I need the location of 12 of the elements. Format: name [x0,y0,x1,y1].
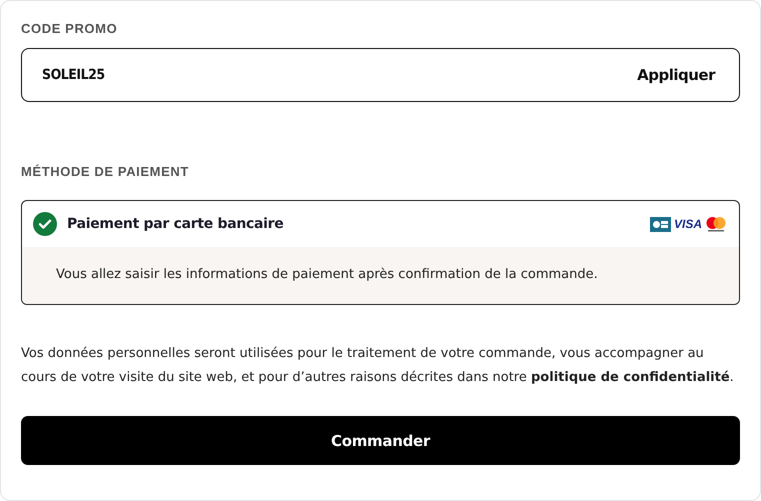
payment-description: Vous allez saisir les informations de paiement après confirmation de la commande. [56,267,599,282]
privacy-notice: Vos données personnelles seront utilisées pour le traitement de votre commande, vous accompagner au cours de votre visite du site web, et pour d’autres raisons décrites dans notre politique de confidentialité. [21,345,735,387]
section-heading: MÉTHODE DE PAIEMENT [21,164,190,179]
order-button[interactable]: Commander [21,416,740,465]
card-brand-text: VISA [674,217,702,231]
promo-code-input[interactable]: SOLEIL25 [42,67,638,83]
section-heading: CODE PROMO [21,21,118,36]
check-icon[interactable] [33,212,57,236]
card-logo-icon [650,216,671,232]
apply-button[interactable]: Appliquer [637,66,715,84]
payment-option-label[interactable]: Paiement par carte bancaire [67,216,640,232]
overlapping-circles-icon [705,216,727,232]
